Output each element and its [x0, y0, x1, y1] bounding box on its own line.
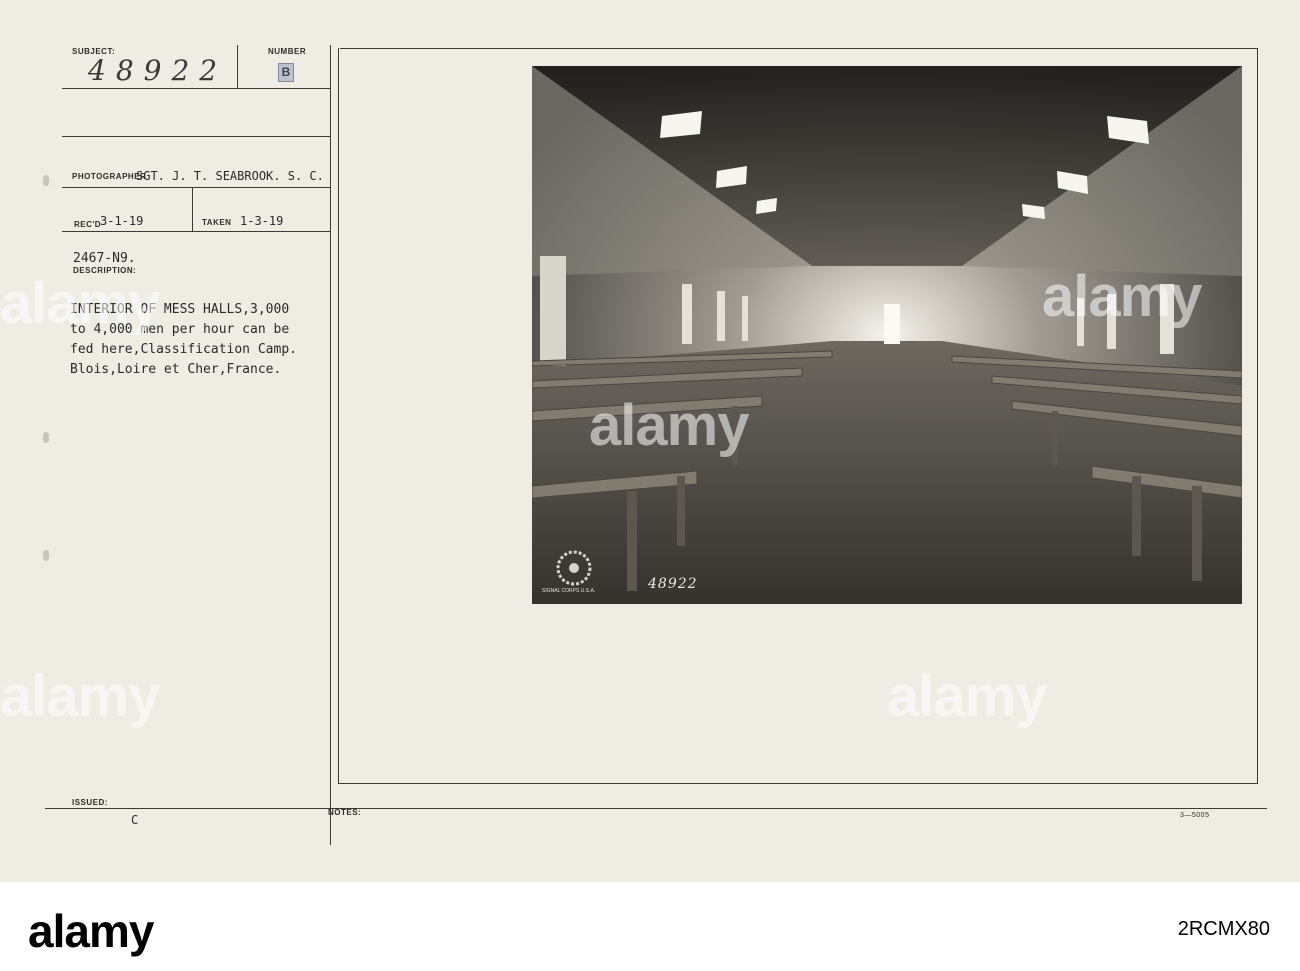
photo-frame-right — [1257, 48, 1258, 783]
signal-corps-stamp-label: SIGNAL CORPS U.S.A. — [542, 588, 596, 594]
footer-logo: alamy — [28, 905, 154, 957]
issued-label: ISSUED: — [72, 798, 108, 807]
number-value: B — [281, 65, 291, 79]
description-line: Blois,Loire et Cher,France. — [70, 362, 282, 377]
watermark: alamy — [887, 664, 1047, 729]
mess-hall-photograph: SIGNAL CORPS U.S.A. 48922 — [532, 66, 1242, 604]
notes-label: NOTES: — [328, 808, 362, 817]
recd-taken-divider — [192, 188, 193, 231]
image-id: 2RCMX80 — [1177, 918, 1270, 940]
subject-underline — [62, 88, 330, 89]
number-label: NUMBER — [268, 47, 307, 56]
description-line: fed here,Classification Camp. — [70, 342, 297, 357]
left-panel-divider — [330, 45, 331, 845]
photographer-underline — [62, 187, 330, 188]
issued-value: C — [131, 813, 139, 827]
subject-number-divider — [237, 45, 238, 88]
watermark: alamy — [589, 393, 749, 458]
reference-number: 2467-N9. — [73, 251, 136, 266]
dates-underline — [62, 231, 330, 232]
recd-value: 3-1-19 — [100, 214, 144, 228]
taken-value: 1-3-19 — [240, 214, 284, 228]
recd-label: REC'D — [74, 220, 102, 229]
photographer-value: SGT. J. T. SEABROOK. S. C. — [136, 169, 324, 183]
photo-frame-left — [338, 48, 339, 783]
edge-mark — [43, 550, 49, 561]
edge-mark — [43, 432, 49, 443]
negative-number: 48922 — [648, 576, 698, 592]
footer-bar: alamy 2RCMX80 — [0, 882, 1300, 971]
photo-frame-top — [340, 48, 1258, 49]
mess-hall-interior-image — [532, 66, 1242, 604]
archive-card: SUBJECT: 48922 NUMBER B PHOTOGRAPHER SGT… — [0, 0, 1300, 882]
edge-mark — [43, 175, 49, 186]
subject-value: 48922 — [88, 54, 228, 87]
taken-label: TAKEN — [202, 218, 232, 227]
number-stamp: B — [278, 63, 294, 82]
header-rule — [62, 136, 330, 137]
watermark: alamy — [0, 664, 160, 729]
watermark: alamy — [0, 271, 160, 336]
form-number: 3—5005 — [1180, 812, 1210, 819]
issued-divider — [45, 808, 1267, 809]
photo-frame-bottom — [338, 783, 1258, 784]
watermark: alamy — [1042, 264, 1202, 329]
